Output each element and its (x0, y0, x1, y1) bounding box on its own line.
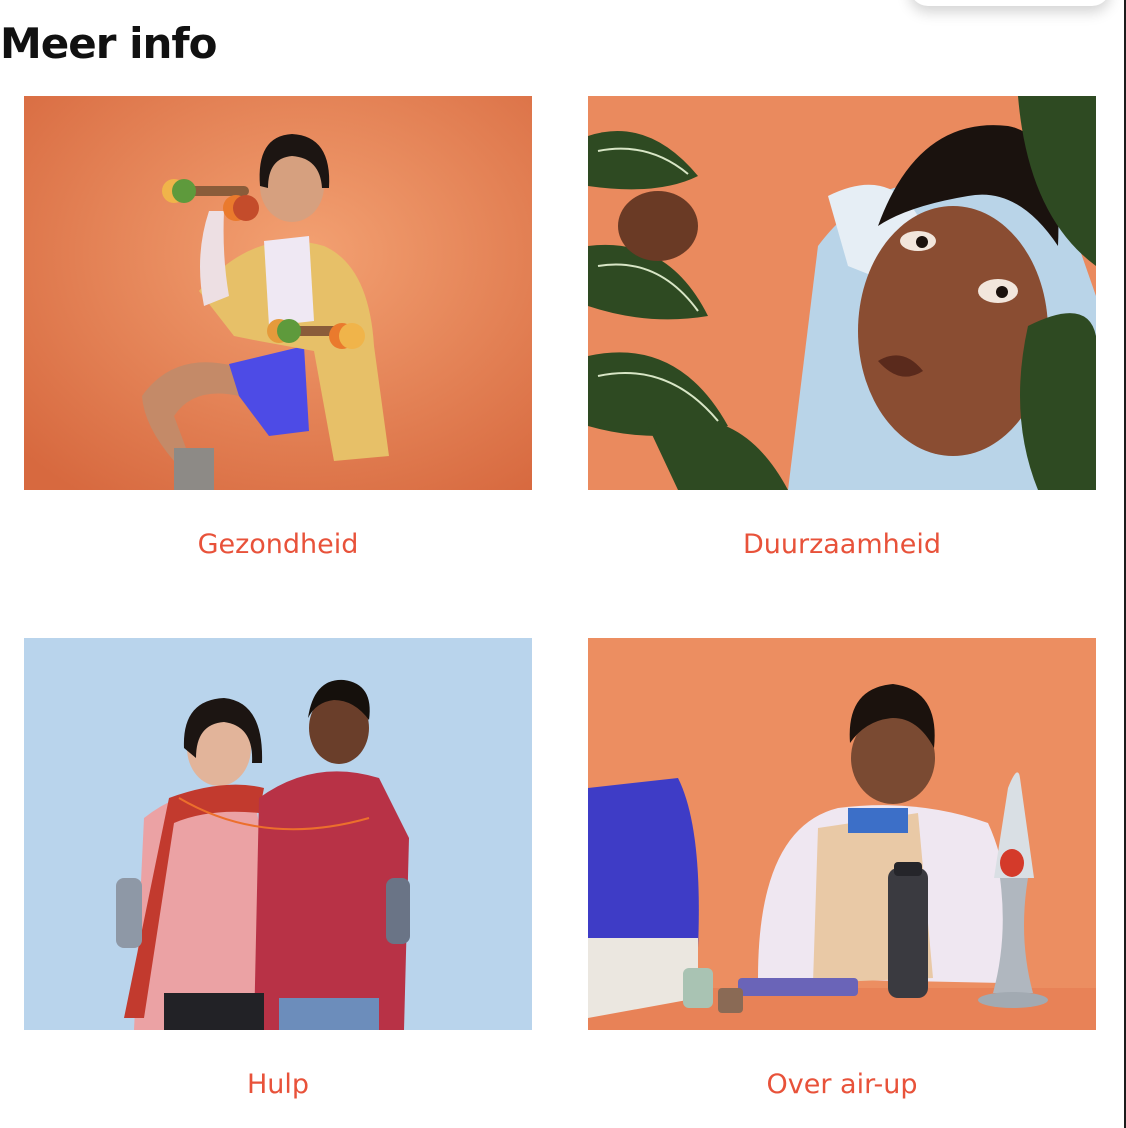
card-image-over-air-up[interactable] (588, 638, 1096, 1030)
info-card-hulp[interactable]: Hulp (24, 638, 532, 1100)
card-image-duurzaamheid[interactable] (588, 96, 1096, 490)
card-label-hulp[interactable]: Hulp (24, 1068, 532, 1102)
card-label-over-air-up[interactable]: Over air-up (588, 1068, 1096, 1102)
info-card-gezondheid[interactable]: Gezondheid (24, 96, 532, 560)
card-label-gezondheid[interactable]: Gezondheid (24, 528, 532, 562)
card-image-hulp[interactable] (24, 638, 532, 1030)
info-card-duurzaamheid[interactable]: Duurzaamheid (588, 96, 1096, 560)
floating-element-edge (910, 0, 1110, 6)
card-label-duurzaamheid[interactable]: Duurzaamheid (588, 528, 1096, 562)
page: Meer info Gezondheid Duurzaamheid Hulp O… (0, 0, 1126, 1128)
card-image-gezondheid[interactable] (24, 96, 532, 490)
info-card-over-air-up[interactable]: Over air-up (588, 638, 1096, 1100)
section-title: Meer info (0, 19, 218, 68)
